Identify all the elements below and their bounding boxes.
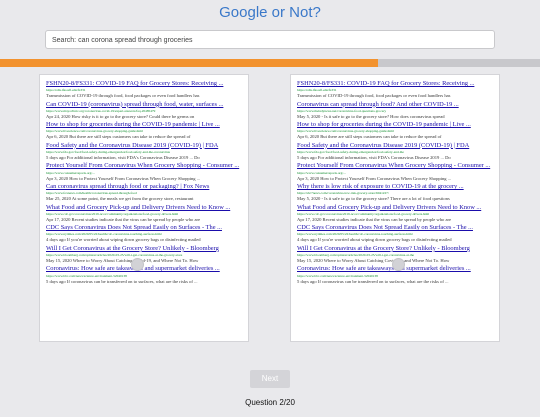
result-title-link[interactable]: CDC Says Coronavirus Does Not Spread Eas… [46,224,243,232]
search-result: How to shop for groceries during the COV… [297,121,494,141]
left-choice-radio[interactable] [131,258,144,271]
result-title-link[interactable]: Can coronavirus spread through food or p… [46,183,243,191]
search-result: How to shop for groceries during the COV… [46,121,243,141]
result-title-link[interactable]: CDC Says Coronavirus Does Not Spread Eas… [297,224,494,232]
search-query-field: Search: can corona spread through grocer… [45,30,495,49]
result-snippet: 5 days ago If coronavirus can be transfe… [297,278,449,284]
next-button[interactable]: Next [250,370,290,388]
search-result: Protect Yourself From Coronavirus When G… [46,162,243,182]
left-results-panel[interactable]: FSHN20-8/FS331: COVID-19 FAQ for Grocery… [39,74,249,342]
result-title-link[interactable]: How to shop for groceries during the COV… [297,121,494,129]
search-result: Protect Yourself From Coronavirus When G… [297,162,494,182]
result-snippet: Apr 6, 2020 But there are still steps cu… [297,134,442,140]
progress-bar [0,59,540,67]
result-title-link[interactable]: Food Safety and the Coronavirus Disease … [46,142,243,150]
search-result: FSHN20-8/FS331: COVID-19 FAQ for Grocery… [297,80,494,100]
result-snippet: May 5, 2020 - Is it safe to go to the gr… [297,113,445,119]
result-snippet: Transmission of COVID-19 through food, f… [46,93,200,99]
result-title-link[interactable]: Will I Get Coronavirus at the Grocery St… [297,245,494,253]
result-snippet: Apr 17, 2020 Recent studies indicate tha… [46,216,201,222]
result-snippet: Apr 3, 2020 How to Protect Yourself From… [46,175,201,181]
result-title-link[interactable]: Coronavirus: How safe are takeaways and … [46,265,243,273]
result-snippet: Apr 24, 2020 How risky is it to go to th… [46,113,195,119]
search-result: CDC Says Coronavirus Does Not Spread Eas… [297,224,494,244]
page-title: Google or Not? [219,4,321,21]
result-title-link[interactable]: What Food and Grocery Pick-up and Delive… [297,204,494,212]
search-result: What Food and Grocery Pick-up and Delive… [297,204,494,224]
result-snippet: Apr 6, 2020 But there are still steps cu… [46,134,191,140]
right-choice-radio[interactable] [392,258,405,271]
result-snippet: May 5, 2020 - Is it safe to go to the gr… [297,196,450,202]
search-result: Why there is low risk of exposure to COV… [297,183,494,203]
search-result: CDC Says Coronavirus Does Not Spread Eas… [46,224,243,244]
result-title-link[interactable]: FSHN20-8/FS331: COVID-19 FAQ for Grocery… [297,80,494,88]
result-snippet: 4 days ago If you're worried about wipin… [297,237,452,243]
result-snippet: 5 days ago For additional information, v… [297,155,451,161]
result-snippet: 4 days ago If you're worried about wipin… [46,237,201,243]
search-result: FSHN20-8/FS331: COVID-19 FAQ for Grocery… [46,80,243,100]
search-result: Food Safety and the Coronavirus Disease … [46,142,243,162]
result-snippet: May 15, 2020 Where to Worry About Catchi… [46,258,199,264]
right-results-panel[interactable]: FSHN20-8/FS331: COVID-19 FAQ for Grocery… [290,74,500,342]
question-counter: Question 2/20 [245,398,295,407]
search-result: Coronavirus can spread through food? And… [297,101,494,121]
search-result: Will I Get Coronavirus at the Grocery St… [46,245,243,265]
result-title-link[interactable]: Coronavirus can spread through food? And… [297,101,494,109]
result-snippet: Mar 25, 2020 At some point, the meals we… [46,196,194,202]
search-result: Coronavirus: How safe are takeaways and … [46,265,243,285]
result-title-link[interactable]: Protect Yourself From Coronavirus When G… [46,162,243,170]
result-title-link[interactable]: How to shop for groceries during the COV… [46,121,243,129]
result-snippet: 5 days ago For additional information, v… [46,155,200,161]
search-result: Can coronavirus spread through food or p… [46,183,243,203]
search-result: Can COVID-19 (coronavirus) spread throug… [46,101,243,121]
result-title-link[interactable]: Why there is low risk of exposure to COV… [297,183,494,191]
result-title-link[interactable]: Protect Yourself From Coronavirus When G… [297,162,494,170]
result-title-link[interactable]: Will I Get Coronavirus at the Grocery St… [46,245,243,253]
result-title-link[interactable]: Food Safety and the Coronavirus Disease … [297,142,494,150]
result-title-link[interactable]: FSHN20-8/FS331: COVID-19 FAQ for Grocery… [46,80,243,88]
result-snippet: Transmission of COVID-19 through food, f… [297,93,451,99]
progress-bar-fill [0,59,378,67]
result-snippet: Apr 3, 2020 How to Protect Yourself From… [297,175,452,181]
result-snippet: 5 days ago If coronavirus can be transfe… [46,278,198,284]
search-result: What Food and Grocery Pick-up and Delive… [46,204,243,224]
result-snippet: Apr 17, 2020 Recent studies indicate tha… [297,216,452,222]
result-title-link[interactable]: What Food and Grocery Pick-up and Delive… [46,204,243,212]
result-title-link[interactable]: Can COVID-19 (coronavirus) spread throug… [46,101,243,109]
search-result: Food Safety and the Coronavirus Disease … [297,142,494,162]
